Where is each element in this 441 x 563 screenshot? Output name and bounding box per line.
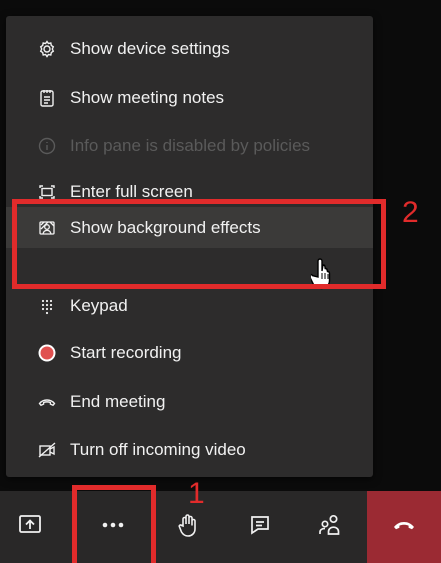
menu-item-label: Keypad [70, 296, 128, 315]
menu-item-meeting-notes[interactable]: Show meeting notes [6, 78, 373, 118]
chat-icon [247, 512, 273, 543]
gear-icon [36, 38, 58, 60]
meeting-toolbar [0, 491, 441, 563]
menu-item-info-pane: Info pane is disabled by policies [6, 126, 373, 166]
participants-icon [317, 512, 343, 543]
menu-item-label: Show device settings [70, 39, 230, 58]
menu-item-label: Info pane is disabled by policies [70, 136, 311, 155]
raise-hand-icon [175, 512, 201, 543]
menu-item-end-meeting[interactable]: End meeting [6, 382, 373, 422]
annotation-number-1: 1 [188, 477, 205, 510]
share-screen-icon [17, 512, 43, 543]
menu-item-start-recording[interactable]: Start recording [6, 333, 373, 373]
record-icon [36, 342, 58, 364]
menu-item-label: Turn off incoming video [70, 440, 246, 459]
hangup-button[interactable] [367, 491, 441, 563]
menu-item-label: Start recording [70, 343, 182, 362]
annotation-box-background-effects [12, 199, 386, 289]
annotation-box-more-button [72, 485, 156, 563]
share-button[interactable] [0, 491, 60, 563]
hangup-icon [391, 512, 417, 543]
keypad-icon [36, 295, 58, 317]
annotation-number-2: 2 [402, 196, 419, 229]
participants-button[interactable] [297, 491, 363, 563]
video-off-icon [36, 439, 58, 461]
menu-item-turn-off-incoming-video[interactable]: Turn off incoming video [6, 430, 373, 470]
menu-item-label: End meeting [70, 392, 166, 411]
end-meeting-icon [36, 391, 58, 413]
chat-button[interactable] [231, 491, 289, 563]
menu-item-device-settings[interactable]: Show device settings [6, 29, 373, 69]
info-icon [36, 135, 58, 157]
notes-icon [36, 87, 58, 109]
menu-item-label: Show meeting notes [70, 88, 225, 107]
